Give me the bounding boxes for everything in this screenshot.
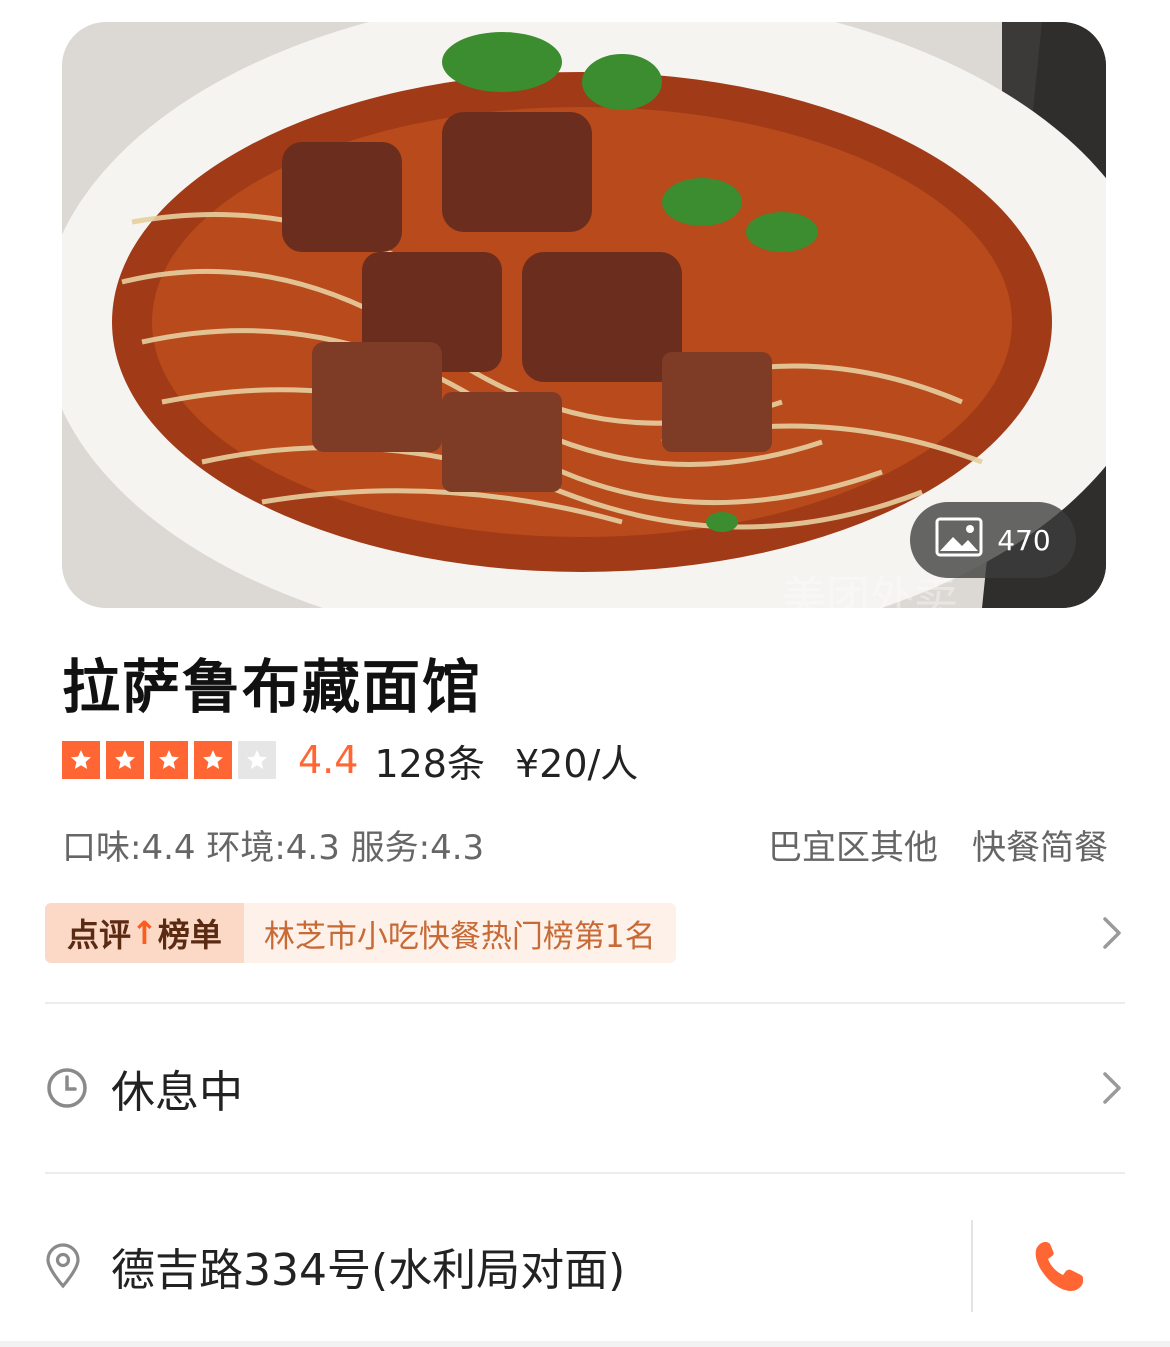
chevron-right-icon <box>1103 917 1121 949</box>
star-icon <box>106 741 144 779</box>
shop-photo[interactable]: 美团外卖 470 <box>62 22 1106 608</box>
business-status: 休息中 <box>111 1067 243 1118</box>
rating-row: 4.4 128条 ¥20/人 <box>62 738 638 786</box>
ranking-badge: 点评 ↑ 榜单 <box>45 903 244 963</box>
photo-count-text: 470 <box>997 523 1051 557</box>
up-arrow-icon: ↑ <box>131 914 158 952</box>
ranking-text: 林芝市小吃快餐热门榜第1名 <box>243 903 676 963</box>
review-count[interactable]: 128条 <box>374 733 485 788</box>
business-hours-row[interactable]: 休息中 <box>45 1052 1125 1124</box>
phone-icon[interactable] <box>1031 1238 1085 1294</box>
svg-text:美团外卖: 美团外卖 <box>782 572 958 608</box>
star-empty-icon <box>238 741 276 779</box>
sub-scores: 口味:4.4 环境:4.3 服务:4.3 <box>62 827 485 868</box>
shop-name: 拉萨鲁布藏面馆 <box>62 653 483 721</box>
address-text: 德吉路334号(水利局对面) <box>111 1245 626 1296</box>
ranking-tag: 点评 ↑ 榜单 林芝市小吃快餐热门榜第1名 <box>45 903 676 963</box>
star-icon <box>194 741 232 779</box>
divider <box>45 1002 1125 1004</box>
rating-score: 4.4 <box>298 738 359 782</box>
categories: 巴宜区其他 快餐简餐 <box>768 820 1108 869</box>
ranking-row[interactable]: 点评 ↑ 榜单 林芝市小吃快餐热门榜第1名 <box>45 903 1125 963</box>
star-icon <box>150 741 188 779</box>
image-icon <box>935 517 983 564</box>
photo-count-badge[interactable]: 470 <box>910 502 1076 578</box>
divider <box>45 1172 1125 1174</box>
star-icon <box>62 741 100 779</box>
area-label: 巴宜区其他 <box>768 827 938 868</box>
address-row[interactable]: 德吉路334号(水利局对面) <box>45 1220 1125 1312</box>
divider-vertical <box>971 1220 973 1312</box>
star-rating <box>62 741 276 779</box>
price-per-person: ¥20/人 <box>514 741 639 786</box>
detail-row: 口味:4.4 环境:4.3 服务:4.3 巴宜区其他 快餐简餐 <box>62 820 1108 869</box>
category-label: 快餐简餐 <box>972 827 1108 868</box>
clock-icon <box>47 1068 87 1108</box>
bottom-separator <box>0 1341 1170 1347</box>
chevron-right-icon <box>1103 1072 1121 1104</box>
location-pin-icon <box>46 1243 80 1289</box>
